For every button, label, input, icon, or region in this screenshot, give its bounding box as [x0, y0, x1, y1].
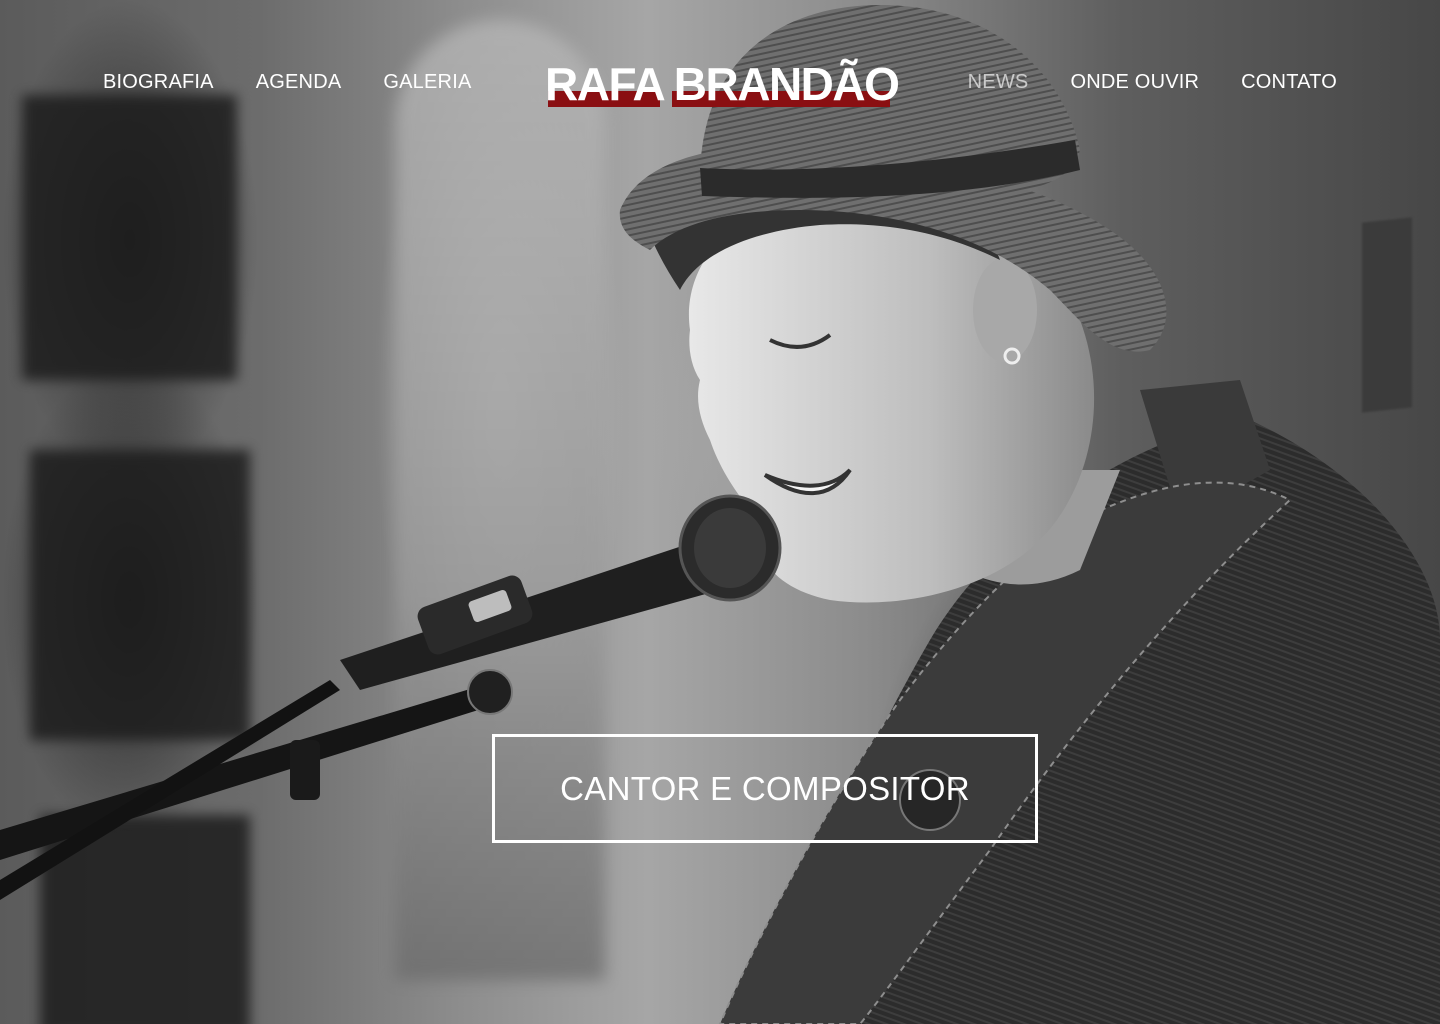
- microphone-shape: [340, 494, 782, 690]
- hero-cta-button[interactable]: CANTOR E COMPOSITOR: [492, 734, 1038, 843]
- mic-cable-shape: [0, 680, 340, 900]
- hero-section: BIOGRAFIA AGENDA GALERIA RAFA BRANDÃO NE…: [0, 0, 1440, 1024]
- singer-photo: [0, 5, 1440, 1024]
- nav-link-onde-ouvir[interactable]: ONDE OUVIR: [1070, 71, 1199, 94]
- nav-link-agenda[interactable]: AGENDA: [256, 71, 342, 94]
- mic-stand-clamp-shape: [290, 740, 320, 800]
- nav-link-contato[interactable]: CONTATO: [1241, 71, 1337, 94]
- ear-shape: [973, 258, 1037, 362]
- hero-cta-label: CANTOR E COMPOSITOR: [560, 769, 970, 807]
- nav-link-news[interactable]: NEWS: [968, 71, 1029, 94]
- primary-nav-right: NEWS ONDE OUVIR CONTATO: [968, 62, 1337, 102]
- nav-link-biografia[interactable]: BIOGRAFIA: [103, 71, 214, 94]
- site-logo[interactable]: RAFA BRANDÃO: [545, 52, 900, 116]
- primary-nav-left: BIOGRAFIA AGENDA GALERIA: [103, 62, 472, 102]
- mic-stand-knob-shape: [467, 669, 513, 715]
- mic-stand-shape: [0, 680, 510, 860]
- nav-link-galeria[interactable]: GALERIA: [383, 71, 471, 94]
